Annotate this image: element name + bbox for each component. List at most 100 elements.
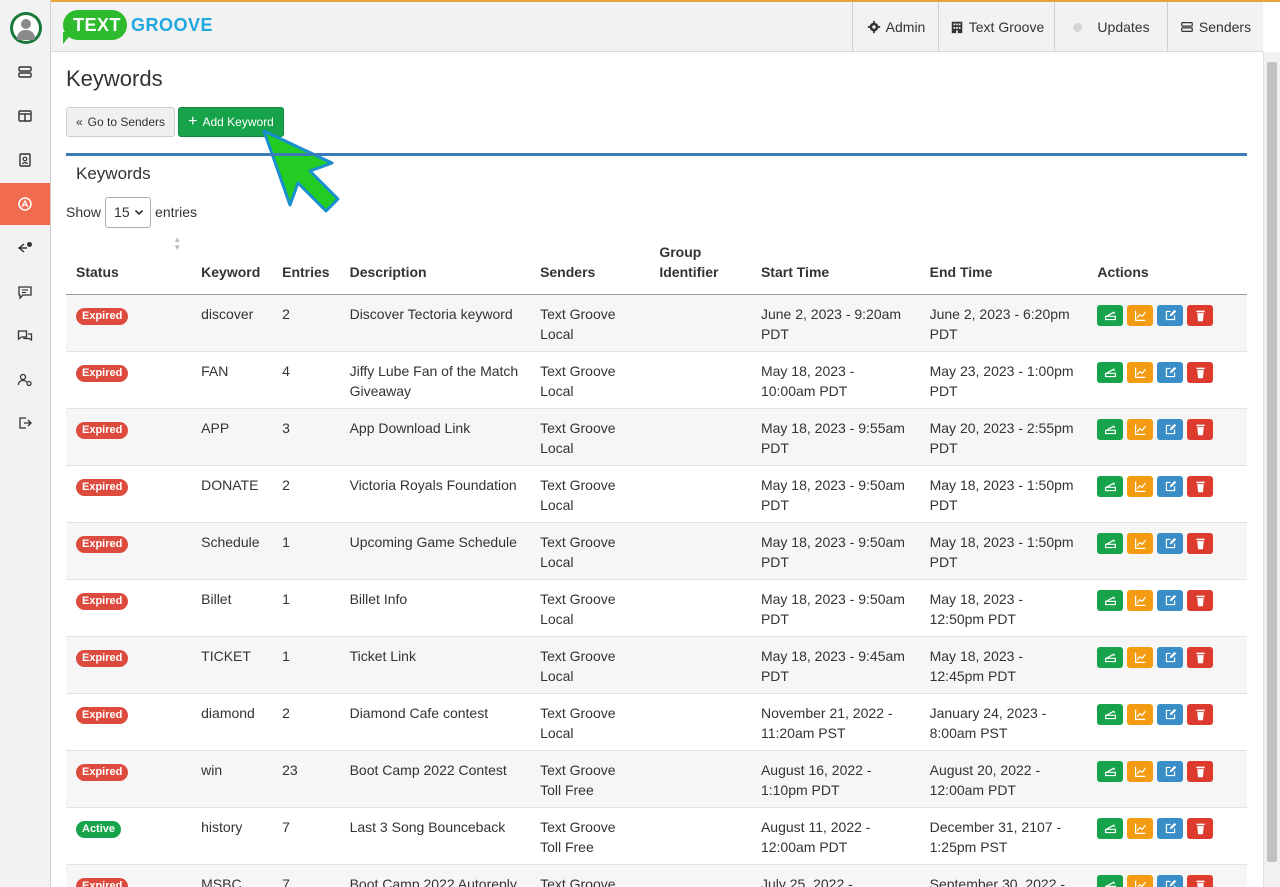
status-badge: Expired — [76, 307, 129, 325]
cell-entries: 3 — [272, 407, 340, 465]
edit-button[interactable] — [1157, 361, 1184, 383]
cell-senders: Text Groove Local — [530, 692, 650, 750]
entries-select[interactable]: 15 — [105, 196, 152, 228]
scan-button[interactable] — [1097, 589, 1124, 611]
cell-senders: Text Groove Local — [530, 635, 650, 693]
scan-button[interactable] — [1097, 703, 1124, 725]
sidebar-item-messages[interactable] — [0, 272, 50, 312]
delete-button[interactable] — [1187, 589, 1214, 611]
table-row: Expired APP 3 App Download Link Text Groove … — [66, 407, 1247, 465]
chats-icon — [17, 330, 33, 342]
cell-entries: 4 — [272, 350, 340, 408]
stats-button[interactable] — [1127, 418, 1154, 440]
stats-button[interactable] — [1127, 817, 1154, 839]
edit-button[interactable] — [1157, 760, 1184, 782]
logo[interactable]: TEXT GROOVE — [63, 10, 213, 44]
scan-button[interactable] — [1097, 304, 1124, 326]
status-badge: Expired — [76, 877, 129, 887]
delete-button[interactable] — [1187, 703, 1214, 725]
edit-button[interactable] — [1157, 532, 1184, 554]
edit-button[interactable] — [1157, 475, 1184, 497]
scan-button[interactable] — [1097, 760, 1124, 782]
nav-admin[interactable]: Admin — [852, 2, 939, 52]
table-row: Active history 7 Last 3 Song Bounceback Text… — [66, 806, 1247, 864]
cell-entries: 1 — [272, 521, 340, 579]
nav-senders[interactable]: Senders — [1167, 2, 1263, 52]
scan-button[interactable] — [1097, 418, 1124, 440]
sidebar-item-chats[interactable] — [0, 316, 50, 356]
scan-button[interactable] — [1097, 475, 1124, 497]
edit-button[interactable] — [1157, 589, 1184, 611]
cell-group-identifier — [649, 293, 751, 351]
scan-button[interactable] — [1097, 874, 1124, 887]
edit-icon — [1165, 651, 1177, 662]
scanner-icon — [1104, 880, 1116, 887]
delete-button[interactable] — [1187, 532, 1214, 554]
stats-button[interactable] — [1127, 304, 1154, 326]
nav-text-groove[interactable]: Text Groove — [938, 2, 1055, 52]
cell-start-time: August 11, 2022 - 12:00am PDT — [750, 806, 920, 864]
col-end-time[interactable]: End Time — [919, 236, 1088, 295]
cell-actions — [1087, 749, 1247, 807]
edit-button[interactable] — [1157, 646, 1184, 668]
edit-button[interactable] — [1157, 703, 1184, 725]
col-description[interactable]: Description — [339, 236, 531, 295]
cell-status: Expired — [66, 749, 192, 807]
trash-icon — [1196, 310, 1205, 321]
keywords-table: Status ▲ ▼ Keyword Entries Description Sen… — [66, 235, 1247, 887]
status-badge: Expired — [76, 364, 129, 382]
stats-button[interactable] — [1127, 646, 1154, 668]
message-icon — [18, 286, 32, 300]
edit-button[interactable] — [1157, 874, 1184, 887]
avatar[interactable] — [10, 12, 42, 44]
sidebar-item-autoreply[interactable] — [0, 228, 50, 268]
edit-button[interactable] — [1157, 304, 1184, 326]
scan-button[interactable] — [1097, 817, 1124, 839]
sidebar-item-contacts[interactable] — [0, 140, 50, 180]
page-scrollbar[interactable] — [1263, 52, 1280, 887]
stats-button[interactable] — [1127, 532, 1154, 554]
stats-button[interactable] — [1127, 361, 1154, 383]
col-group-identifier[interactable]: Group Identifier — [649, 236, 751, 295]
stats-button[interactable] — [1127, 703, 1154, 725]
stats-button[interactable] — [1127, 475, 1154, 497]
scan-button[interactable] — [1097, 532, 1124, 554]
scan-button[interactable] — [1097, 361, 1124, 383]
sidebar-item-keywords[interactable] — [0, 183, 50, 225]
delete-button[interactable] — [1187, 646, 1214, 668]
cell-start-time: May 18, 2023 - 9:50am PDT — [750, 578, 920, 636]
entries-length-control: Show 15 entries — [66, 196, 197, 228]
cell-description: Ticket Link — [339, 635, 531, 693]
sidebar-item-inbox[interactable] — [0, 52, 50, 92]
delete-button[interactable] — [1187, 418, 1214, 440]
edit-button[interactable] — [1157, 418, 1184, 440]
col-senders[interactable]: Senders — [530, 236, 650, 295]
edit-icon — [1165, 366, 1177, 377]
stats-button[interactable] — [1127, 874, 1154, 887]
cell-status: Expired — [66, 293, 192, 351]
delete-button[interactable] — [1187, 361, 1214, 383]
edit-button[interactable] — [1157, 817, 1184, 839]
delete-button[interactable] — [1187, 304, 1214, 326]
go-to-senders-button[interactable]: « Go to Senders — [66, 107, 175, 137]
cell-actions — [1087, 293, 1247, 351]
col-start-time[interactable]: Start Time — [750, 236, 920, 295]
delete-button[interactable] — [1187, 817, 1214, 839]
delete-button[interactable] — [1187, 760, 1214, 782]
sidebar-item-logout[interactable] — [0, 403, 50, 443]
delete-button[interactable] — [1187, 874, 1214, 887]
nav-updates[interactable]: Updates — [1054, 2, 1168, 52]
stats-button[interactable] — [1127, 589, 1154, 611]
sidebar-item-user-settings[interactable] — [0, 360, 50, 400]
status-badge: Expired — [76, 649, 129, 667]
scan-button[interactable] — [1097, 646, 1124, 668]
delete-button[interactable] — [1187, 475, 1214, 497]
cell-senders: Text Groove Local — [530, 407, 650, 465]
col-entries[interactable]: Entries — [272, 236, 340, 295]
cell-end-time: May 18, 2023 - 12:50pm PDT — [919, 578, 1088, 636]
col-keyword[interactable]: Keyword — [191, 236, 273, 295]
stats-button[interactable] — [1127, 760, 1154, 782]
sidebar-item-columns[interactable] — [0, 96, 50, 136]
cell-entries: 2 — [272, 293, 340, 351]
col-status[interactable]: Status ▲ ▼ — [66, 235, 192, 295]
